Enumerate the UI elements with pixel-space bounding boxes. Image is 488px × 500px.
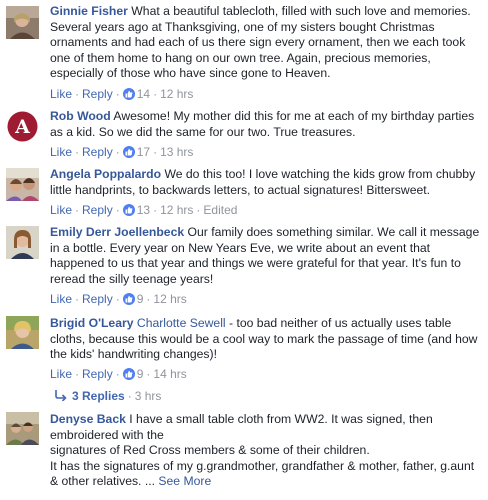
user-photo-icon bbox=[6, 6, 39, 39]
comment-line: signatures of Red Cross members & some o… bbox=[50, 443, 480, 459]
like-count[interactable]: 17 bbox=[137, 145, 150, 159]
comment-text: Denyse Back I have a small table cloth f… bbox=[50, 412, 480, 490]
avatar[interactable] bbox=[6, 6, 39, 39]
separator: · bbox=[75, 203, 80, 217]
edited-label[interactable]: Edited bbox=[203, 203, 237, 217]
like-link[interactable]: Like bbox=[50, 292, 72, 306]
reply-link[interactable]: Reply bbox=[82, 203, 113, 217]
separator: · bbox=[153, 145, 158, 159]
reply-link[interactable]: Reply bbox=[82, 87, 113, 101]
comment-author[interactable]: Brigid O'Leary bbox=[50, 316, 134, 330]
comment-body: It has the signatures of my g.grandmothe… bbox=[50, 458, 475, 489]
thumbs-up-icon[interactable] bbox=[122, 293, 135, 305]
like-link[interactable]: Like bbox=[50, 145, 72, 159]
user-photo-icon bbox=[6, 316, 39, 349]
comment-line: Denyse Back I have a small table cloth f… bbox=[50, 412, 480, 443]
comment-actions: Like · Reply · 17 · 13 hrs bbox=[50, 144, 193, 160]
avatar[interactable] bbox=[6, 316, 39, 349]
avatar[interactable] bbox=[6, 412, 39, 445]
view-replies[interactable]: 3 Replies · 3 hrs bbox=[54, 388, 161, 404]
reply-link[interactable]: Reply bbox=[82, 367, 113, 381]
comment-author[interactable]: Ginnie Fisher bbox=[50, 4, 128, 18]
comment-actions: Like · Reply · 14 · 12 hrs bbox=[50, 86, 193, 102]
timestamp[interactable]: 12 hrs bbox=[160, 203, 193, 217]
separator: · bbox=[115, 203, 120, 217]
comment-body: signatures of Red Cross members & some o… bbox=[50, 443, 370, 458]
like-link[interactable]: Like bbox=[50, 367, 72, 381]
comment-actions: Like · Reply · 9 · 12 hrs bbox=[50, 291, 187, 307]
thumbs-up-icon[interactable] bbox=[122, 204, 135, 216]
avatar[interactable]: A bbox=[6, 110, 39, 143]
alabama-logo-icon: A bbox=[6, 110, 39, 143]
separator: · bbox=[75, 87, 80, 101]
separator: · bbox=[146, 367, 151, 381]
separator: · bbox=[75, 292, 80, 306]
reply-arrow-icon bbox=[55, 390, 67, 401]
replies-count-link[interactable]: 3 Replies bbox=[72, 389, 125, 403]
thumbs-up-icon[interactable] bbox=[122, 146, 135, 158]
user-photo-icon bbox=[6, 168, 39, 201]
separator: · bbox=[196, 203, 201, 217]
separator: · bbox=[115, 87, 120, 101]
separator: · bbox=[75, 367, 80, 381]
user-photo-icon bbox=[6, 412, 39, 445]
separator: · bbox=[127, 389, 132, 403]
see-more-link[interactable]: See More bbox=[158, 474, 211, 488]
comment-text: Rob Wood Awesome! My mother did this for… bbox=[50, 109, 480, 140]
user-photo-icon bbox=[6, 226, 39, 259]
comment-actions: Like · Reply · 9 · 14 hrs bbox=[50, 366, 187, 382]
thumbs-up-icon[interactable] bbox=[122, 88, 135, 100]
like-count[interactable]: 13 bbox=[137, 203, 150, 217]
like-count[interactable]: 14 bbox=[137, 87, 150, 101]
comment-author[interactable]: Denyse Back bbox=[50, 412, 126, 426]
like-link[interactable]: Like bbox=[50, 203, 72, 217]
thumbs-up-icon[interactable] bbox=[122, 368, 135, 380]
timestamp[interactable]: 12 hrs bbox=[160, 87, 193, 101]
separator: · bbox=[75, 145, 80, 159]
separator: · bbox=[115, 292, 120, 306]
comment-body: Awesome! My mother did this for me at ea… bbox=[50, 109, 475, 139]
avatar[interactable] bbox=[6, 168, 39, 201]
replies-timestamp: 3 hrs bbox=[134, 389, 162, 403]
comment-line: It has the signatures of my g.grandmothe… bbox=[50, 459, 480, 490]
timestamp[interactable]: 12 hrs bbox=[153, 292, 186, 306]
comment-text: Ginnie Fisher What a beautiful tableclot… bbox=[50, 4, 480, 82]
separator: · bbox=[153, 203, 158, 217]
svg-text:A: A bbox=[14, 116, 30, 138]
comment-actions: Like · Reply · 13 · 12 hrs · Edited bbox=[50, 202, 237, 218]
comment-text: Brigid O'Leary Charlotte Sewell - too ba… bbox=[50, 316, 480, 363]
comment-author[interactable]: Angela Poppalardo bbox=[50, 167, 161, 181]
comment-author[interactable]: Rob Wood bbox=[50, 109, 111, 123]
reply-link[interactable]: Reply bbox=[82, 145, 113, 159]
avatar[interactable] bbox=[6, 226, 39, 259]
comment-author[interactable]: Emily Derr Joellenbeck bbox=[50, 225, 184, 239]
separator: · bbox=[115, 367, 120, 381]
separator: · bbox=[146, 292, 151, 306]
separator: · bbox=[153, 87, 158, 101]
timestamp[interactable]: 14 hrs bbox=[153, 367, 186, 381]
timestamp[interactable]: 13 hrs bbox=[160, 145, 193, 159]
separator: · bbox=[115, 145, 120, 159]
comment-text: Emily Derr Joellenbeck Our family does s… bbox=[50, 225, 480, 287]
like-link[interactable]: Like bbox=[50, 87, 72, 101]
comment-text: Angela Poppalardo We do this too! I love… bbox=[50, 167, 480, 198]
mention-link[interactable]: Charlotte Sewell bbox=[137, 316, 226, 330]
reply-link[interactable]: Reply bbox=[82, 292, 113, 306]
